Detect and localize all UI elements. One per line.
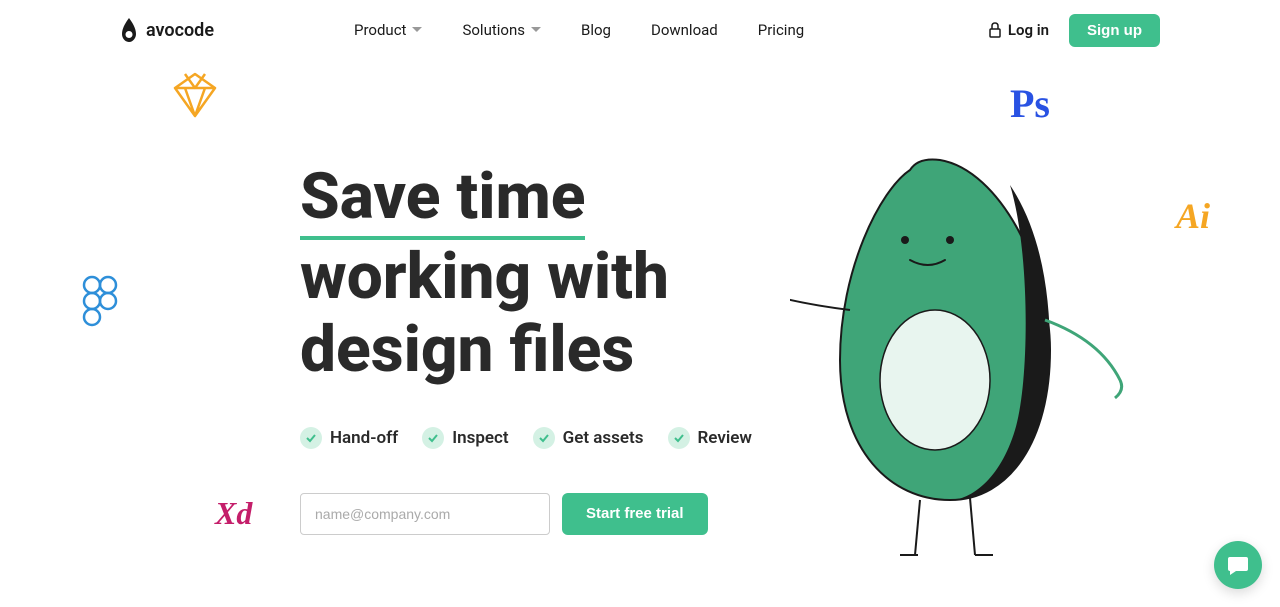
check-icon <box>668 427 690 449</box>
feature-label: Get assets <box>563 428 644 448</box>
nav-pricing[interactable]: Pricing <box>758 21 804 39</box>
hero-title-line3: design files <box>300 312 634 387</box>
nav-pricing-label: Pricing <box>758 21 804 39</box>
email-input[interactable] <box>300 493 550 535</box>
nav-download[interactable]: Download <box>651 21 718 39</box>
check-icon <box>422 427 444 449</box>
photoshop-icon: Ps <box>1010 80 1050 127</box>
header: avocode Product Solutions Blog Download … <box>0 0 1280 60</box>
adobe-xd-icon: Xd <box>215 495 252 532</box>
logo-text: avocode <box>146 20 214 41</box>
logo[interactable]: avocode <box>120 18 214 42</box>
feature-assets: Get assets <box>533 427 644 449</box>
illustrator-icon: Ai <box>1176 195 1210 237</box>
sketch-icon <box>170 72 220 123</box>
chevron-down-icon <box>531 25 541 35</box>
login-label: Log in <box>1008 21 1049 39</box>
nav-product-label: Product <box>354 21 406 39</box>
nav-blog-label: Blog <box>581 21 611 39</box>
avocado-illustration <box>790 130 1130 560</box>
nav-solutions[interactable]: Solutions <box>462 21 541 39</box>
nav-solutions-label: Solutions <box>462 21 525 39</box>
header-actions: Log in Sign up <box>988 14 1160 47</box>
signup-button[interactable]: Sign up <box>1069 14 1160 47</box>
lock-icon <box>988 22 1002 38</box>
chat-icon <box>1226 553 1250 577</box>
feature-review: Review <box>668 427 752 449</box>
feature-handoff: Hand-off <box>300 427 398 449</box>
nav-product[interactable]: Product <box>354 21 422 39</box>
feature-label: Review <box>698 428 752 448</box>
avocode-logo-icon <box>120 18 138 42</box>
check-icon <box>533 427 555 449</box>
login-link[interactable]: Log in <box>988 21 1049 39</box>
feature-label: Inspect <box>452 428 508 448</box>
check-icon <box>300 427 322 449</box>
chevron-down-icon <box>412 25 422 35</box>
nav-download-label: Download <box>651 21 718 39</box>
feature-inspect: Inspect <box>422 427 508 449</box>
feature-label: Hand-off <box>330 428 398 448</box>
hero-title-line2: working with <box>300 239 669 314</box>
figma-icon <box>82 275 118 332</box>
hero-title-line1: Save time <box>300 160 585 240</box>
nav-blog[interactable]: Blog <box>581 21 611 39</box>
start-trial-button[interactable]: Start free trial <box>562 493 708 535</box>
chat-widget-button[interactable] <box>1214 541 1262 589</box>
main-nav: Product Solutions Blog Download Pricing <box>354 21 804 39</box>
